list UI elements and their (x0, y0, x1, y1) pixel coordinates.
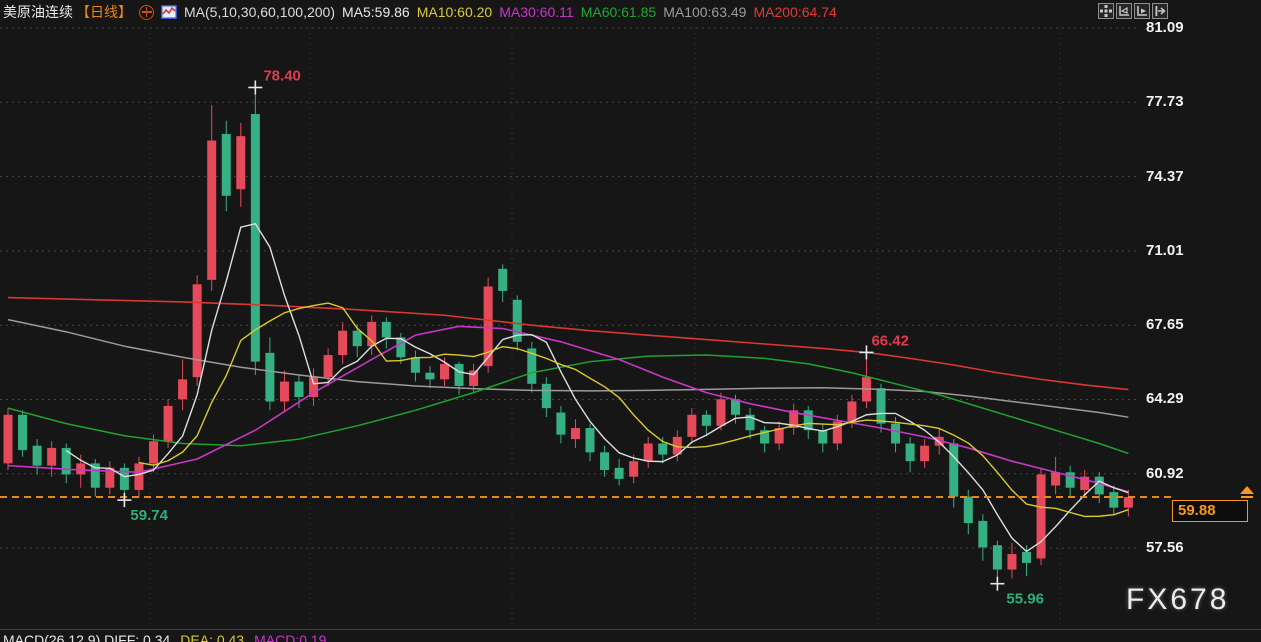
candle-body (498, 269, 507, 291)
candle-body (716, 399, 725, 426)
period-selector[interactable]: 【日线】 (76, 2, 132, 22)
candlestick-chart[interactable]: 78.40 59.74 66.42 55.96 (0, 0, 1261, 642)
axis-play-icon[interactable] (1134, 3, 1150, 19)
candle-body (193, 284, 202, 377)
candle-body (615, 468, 624, 479)
ma200-value: MA200:64.74 (753, 4, 836, 20)
candle-body (440, 364, 449, 379)
candle-body (891, 424, 900, 444)
candle-body (353, 331, 362, 346)
candle-body (949, 444, 958, 497)
macd-dea-label: DEA: 0.43 (180, 632, 244, 642)
candle-body (629, 461, 638, 476)
ma60-value: MA60:61.85 (581, 4, 657, 20)
ma-settings-label[interactable]: MA(5,10,30,60,100,200) (184, 4, 335, 20)
candle-body (47, 448, 56, 466)
candle-body (4, 415, 13, 464)
candle-body (33, 446, 42, 466)
current-price-tag[interactable]: 59.88 (1172, 500, 1248, 522)
axis-tick: 81.09 (1146, 19, 1184, 36)
axis-tick: 74.37 (1146, 168, 1184, 185)
candle-body (556, 413, 565, 435)
candle-body (236, 136, 245, 189)
candle-body (455, 364, 464, 386)
ma100-value: MA100:63.49 (663, 4, 746, 20)
candle-body (1037, 474, 1046, 558)
candle-body (600, 452, 609, 470)
candle-body (1022, 552, 1031, 563)
axis-tick: 77.73 (1146, 93, 1184, 110)
candle-body (251, 114, 260, 362)
candle-body (1124, 497, 1133, 508)
macd-pane[interactable]: MACD(26,12,9) DIFF: 0.34 DEA: 0.43 MACD:… (0, 629, 1261, 642)
price-annotation: 55.96 (1006, 591, 1044, 608)
candle-body (1007, 554, 1016, 569)
candle-body (1095, 477, 1104, 495)
candle-body (586, 428, 595, 452)
candle-body (207, 141, 216, 280)
pan-icon[interactable] (1098, 3, 1114, 19)
candle-body (1109, 492, 1118, 507)
candle-body (134, 463, 143, 490)
candle-body (222, 134, 231, 196)
axis-restore-icon[interactable] (1116, 3, 1132, 19)
candle-body (818, 430, 827, 443)
candle-body (571, 428, 580, 439)
symbol-title: 美原油连续 (3, 2, 73, 22)
candle-body (265, 353, 274, 402)
ma5-value: MA5:59.86 (342, 4, 410, 20)
candle-body (644, 444, 653, 462)
candle-body (993, 545, 1002, 569)
scroll-to-end-icon[interactable] (1152, 3, 1168, 19)
candle-body (149, 441, 158, 463)
chart-toolbar: 美原油连续 【日线】 MA(5,10,30,60,100,200) MA5:59… (3, 2, 837, 22)
candle-body (906, 444, 915, 462)
candle-body (469, 371, 478, 386)
fx678-watermark: FX678 (1126, 583, 1229, 617)
axis-tick: 71.01 (1146, 242, 1184, 259)
candle-body (542, 384, 551, 408)
candle-body (164, 406, 173, 441)
candle-body (324, 355, 333, 377)
axis-tick: 57.56 (1146, 539, 1184, 556)
candle-body (295, 382, 304, 397)
price-annotation: 66.42 (871, 332, 909, 349)
candle-body (687, 415, 696, 437)
price-up-arrow-base (1241, 496, 1253, 498)
candle-body (1051, 472, 1060, 485)
ma10-value: MA10:60.20 (417, 4, 493, 20)
candle-body (18, 415, 27, 450)
price-annotation: 59.74 (130, 507, 168, 524)
ma-line-ma30 (8, 326, 1128, 492)
candle-body (702, 415, 711, 426)
candle-body (411, 357, 420, 372)
price-annotation: 78.40 (263, 67, 301, 84)
macd-diff-label: MACD(26,12,9) DIFF: 0.34 (3, 632, 170, 642)
candle-body (877, 388, 886, 423)
candle-body (964, 497, 973, 524)
candle-body (658, 444, 667, 455)
candle-body (425, 373, 434, 380)
candle-body (920, 446, 929, 461)
ma30-value: MA30:60.11 (499, 4, 573, 20)
macd-value-label: MACD:0.19 (254, 632, 326, 642)
target-icon[interactable] (139, 5, 154, 20)
candle-body (978, 521, 987, 548)
axis-tick: 64.29 (1146, 390, 1184, 407)
ma-line-ma100 (8, 320, 1128, 418)
price-up-arrow-icon (1240, 486, 1254, 494)
chart-tools (1098, 3, 1168, 19)
candle-body (280, 382, 289, 402)
axis-tick: 60.92 (1146, 465, 1184, 482)
candle-body (338, 331, 347, 355)
candle-body (847, 401, 856, 421)
axis-tick: 67.65 (1146, 316, 1184, 333)
candle-body (178, 379, 187, 399)
candle-body (382, 322, 391, 337)
candle-body (76, 463, 85, 474)
mini-chart-icon[interactable] (161, 5, 177, 19)
candle-body (367, 322, 376, 346)
